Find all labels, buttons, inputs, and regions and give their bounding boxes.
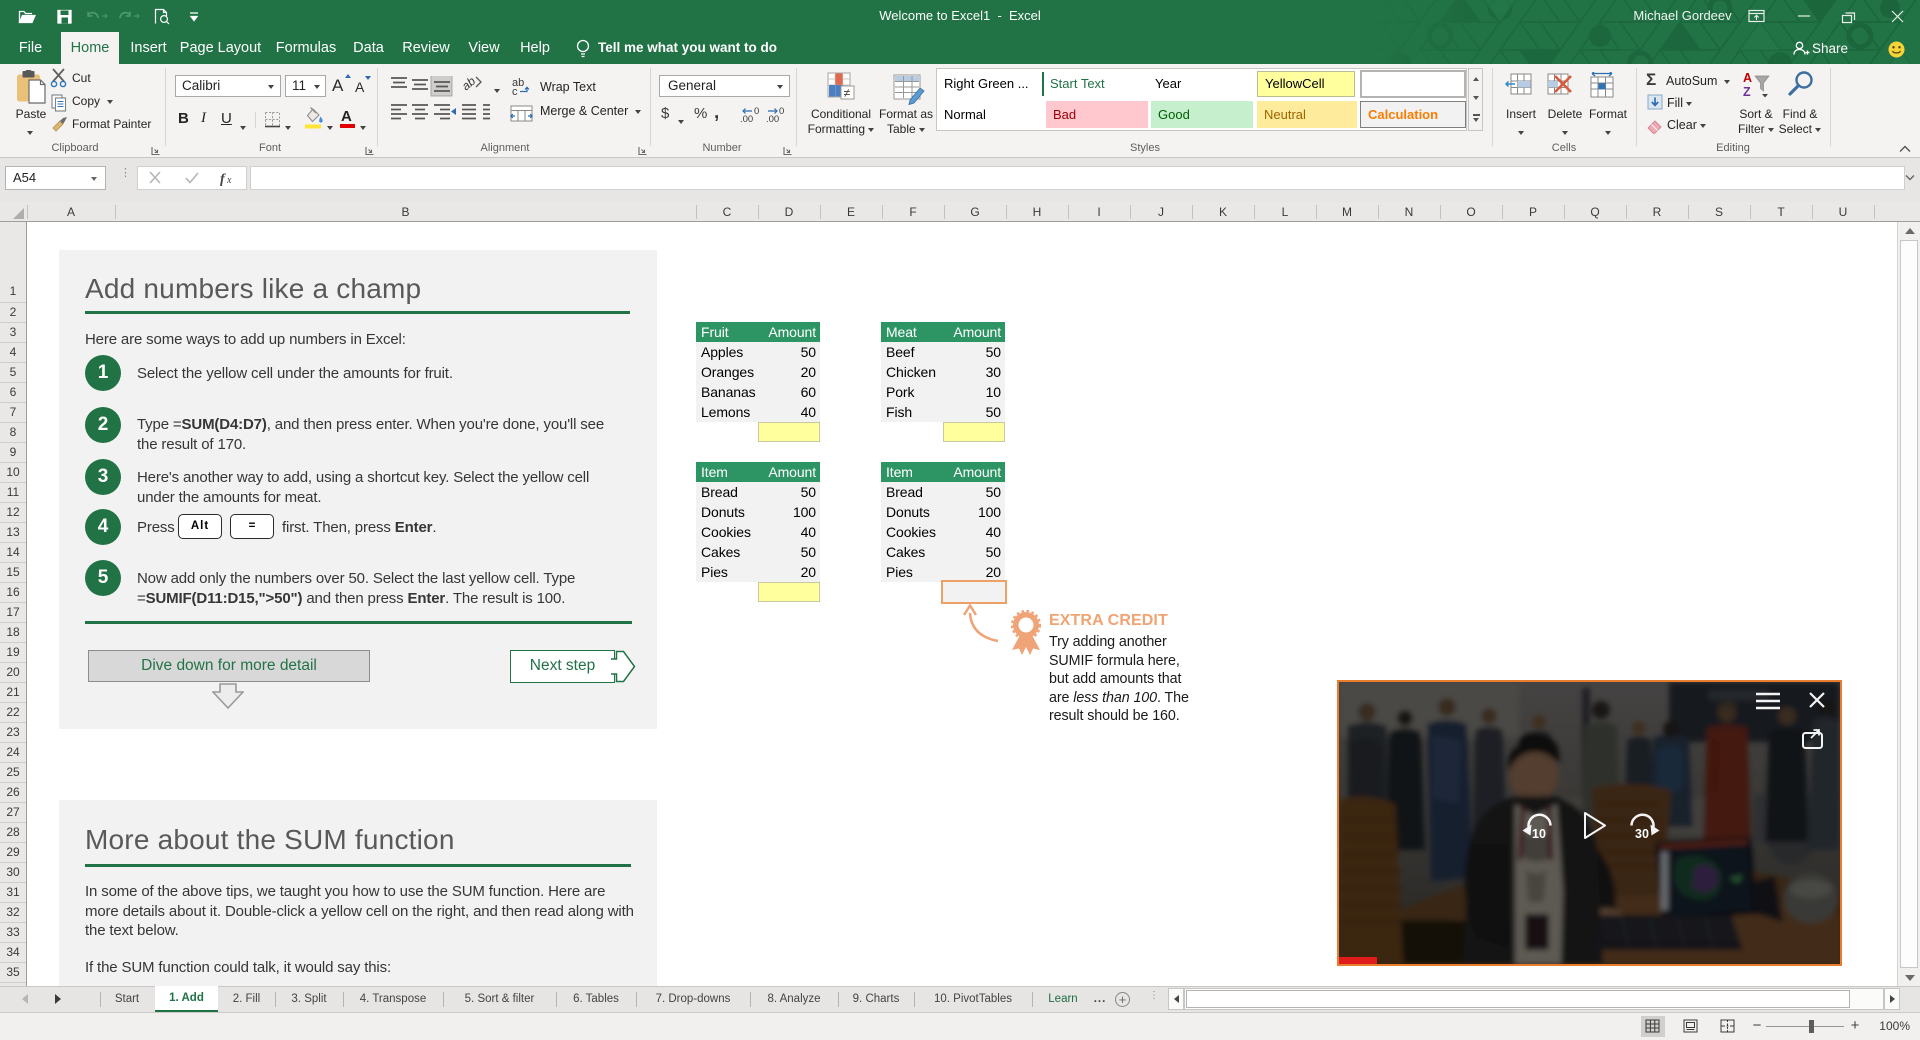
svg-text:A: A [1743, 71, 1752, 85]
svg-text:.00: .00 [766, 114, 779, 125]
svg-text:Z: Z [1743, 85, 1751, 99]
svg-text:x: x [226, 175, 232, 186]
svg-text:10: 10 [1532, 827, 1546, 841]
svg-text:0: 0 [779, 106, 784, 117]
svg-text:30: 30 [1635, 827, 1649, 841]
svg-text:f: f [220, 172, 226, 186]
svg-text:c: c [512, 86, 518, 96]
svg-text:ab: ab [459, 76, 478, 93]
svg-text:0: 0 [754, 106, 759, 117]
svg-text:≠: ≠ [844, 86, 851, 100]
svg-text:.00: .00 [740, 114, 753, 125]
